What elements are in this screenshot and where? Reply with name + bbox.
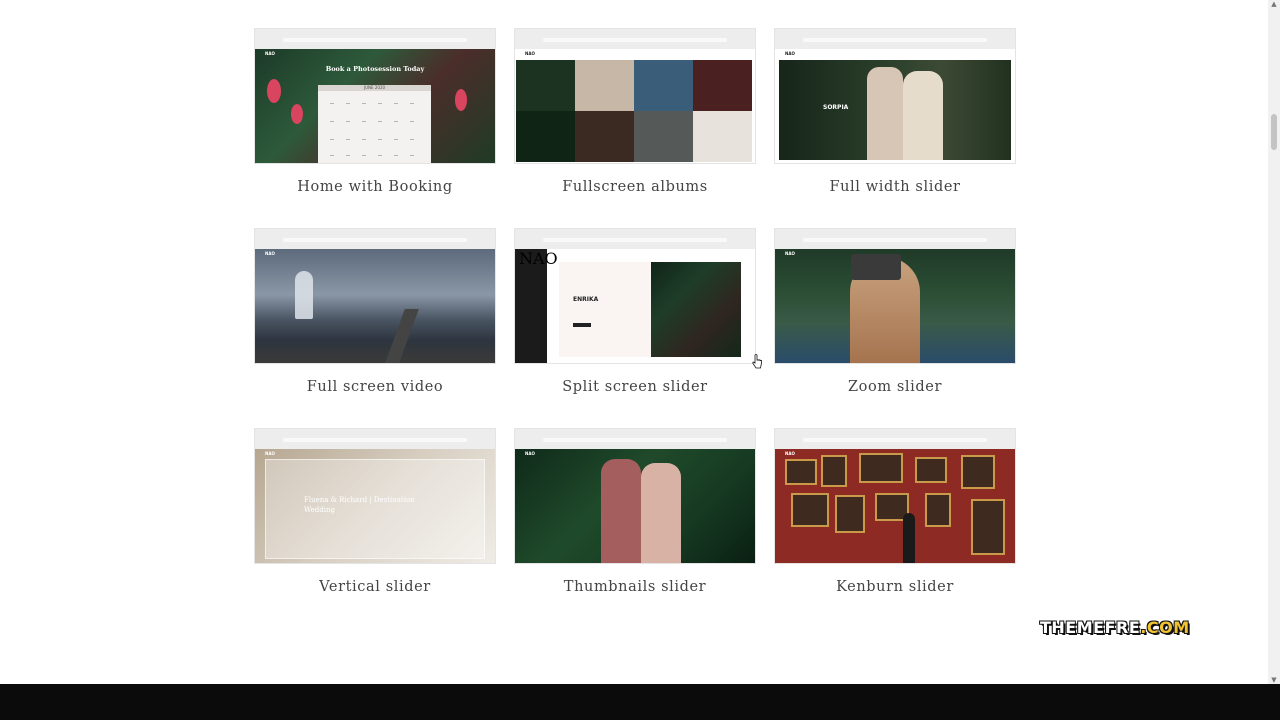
browser-chrome [775,229,1015,249]
preview-headline: Book a Photosession Today [325,65,425,73]
preview-image: NAO Book a Photosession Today JUNE 2020 [255,49,495,163]
preview-image: NAO ENRIKA [515,249,755,363]
browser-chrome [775,429,1015,449]
demo-thumbnail[interactable]: NAO Book a Photosession Today JUNE 2020 [255,29,495,163]
demo-label[interactable]: Home with Booking [255,179,495,195]
preview-image: NAO Fluena & Richard | Destination Weddi… [255,449,495,563]
demo-thumbnail[interactable]: NAO [515,429,755,563]
preview-image: NAO [775,449,1015,563]
demo-thumbnail[interactable]: NAO ENRIKA [515,229,755,363]
calendar-widget: JUNE 2020 [318,85,431,163]
demo-label[interactable]: Split screen slider [515,379,755,395]
demo-thumbnail[interactable]: NAO Fluena & Richard | Destination Weddi… [255,429,495,563]
demo-card-kenburn-slider[interactable]: NAO Kenburn slider [775,429,1015,595]
demo-thumbnail[interactable]: NAO [775,429,1015,563]
preview-image: NAO SORPIA [775,49,1015,163]
demo-thumbnail[interactable]: NAO [515,29,755,163]
demo-label[interactable]: Fullscreen albums [515,179,755,195]
browser-chrome [775,29,1015,49]
browser-chrome [515,29,755,49]
preview-image: NAO [775,249,1015,363]
demo-card-split-screen-slider[interactable]: NAO ENRIKA Split screen slider [515,229,755,395]
scrollbar[interactable]: ▲ ▼ [1268,0,1280,684]
preview-logo: NAO [525,51,535,56]
scroll-down-icon[interactable]: ▼ [1268,676,1280,684]
scroll-up-icon[interactable]: ▲ [1268,0,1280,8]
preview-logo: NAO [519,249,558,268]
demo-thumbnail[interactable]: NAO SORPIA [775,29,1015,163]
demo-card-full-width-slider[interactable]: NAO SORPIA Full width slider [775,29,1015,195]
preview-logo: NAO [785,51,795,56]
demo-label[interactable]: Full width slider [775,179,1015,195]
demo-card-full-screen-video[interactable]: NAO Full screen video [255,229,495,395]
browser-chrome [255,429,495,449]
preview-logo: NAO [265,451,275,456]
demo-grid: NAO Book a Photosession Today JUNE 2020 … [0,0,1268,684]
preview-logo: NAO [265,51,275,56]
preview-logo: NAO [525,451,535,456]
demo-label[interactable]: Kenburn slider [775,579,1015,595]
slide-title: Fluena & Richard | Destination Wedding [304,496,415,514]
demo-label[interactable]: Thumbnails slider [515,579,755,595]
demo-label[interactable]: Vertical slider [255,579,495,595]
slide-title: SORPIA [823,104,849,111]
scrollbar-thumb[interactable] [1271,114,1277,150]
browser-chrome [255,29,495,49]
footer [0,684,1280,720]
demo-thumbnail[interactable]: NAO [775,229,1015,363]
preview-image: NAO [255,249,495,363]
demo-card-zoom-slider[interactable]: NAO Zoom slider [775,229,1015,395]
browser-chrome [515,229,755,249]
watermark-logo: THEMEFRE.COM [1040,618,1190,637]
demo-label[interactable]: Full screen video [255,379,495,395]
browser-chrome [255,229,495,249]
demo-card-vertical-slider[interactable]: NAO Fluena & Richard | Destination Weddi… [255,429,495,595]
slide-title: ENRIKA [573,296,599,303]
hand-cursor-icon [752,354,762,369]
demo-card-fullscreen-albums[interactable]: NAO Fullscreen albums [515,29,755,195]
demo-thumbnail[interactable]: NAO [255,229,495,363]
preview-image: NAO [515,449,755,563]
browser-chrome [515,429,755,449]
demo-label[interactable]: Zoom slider [775,379,1015,395]
demo-card-home-booking[interactable]: NAO Book a Photosession Today JUNE 2020 … [255,29,495,195]
preview-logo: NAO [265,251,275,256]
demo-card-thumbnails-slider[interactable]: NAO Thumbnails slider [515,429,755,595]
preview-image: NAO [515,49,755,163]
